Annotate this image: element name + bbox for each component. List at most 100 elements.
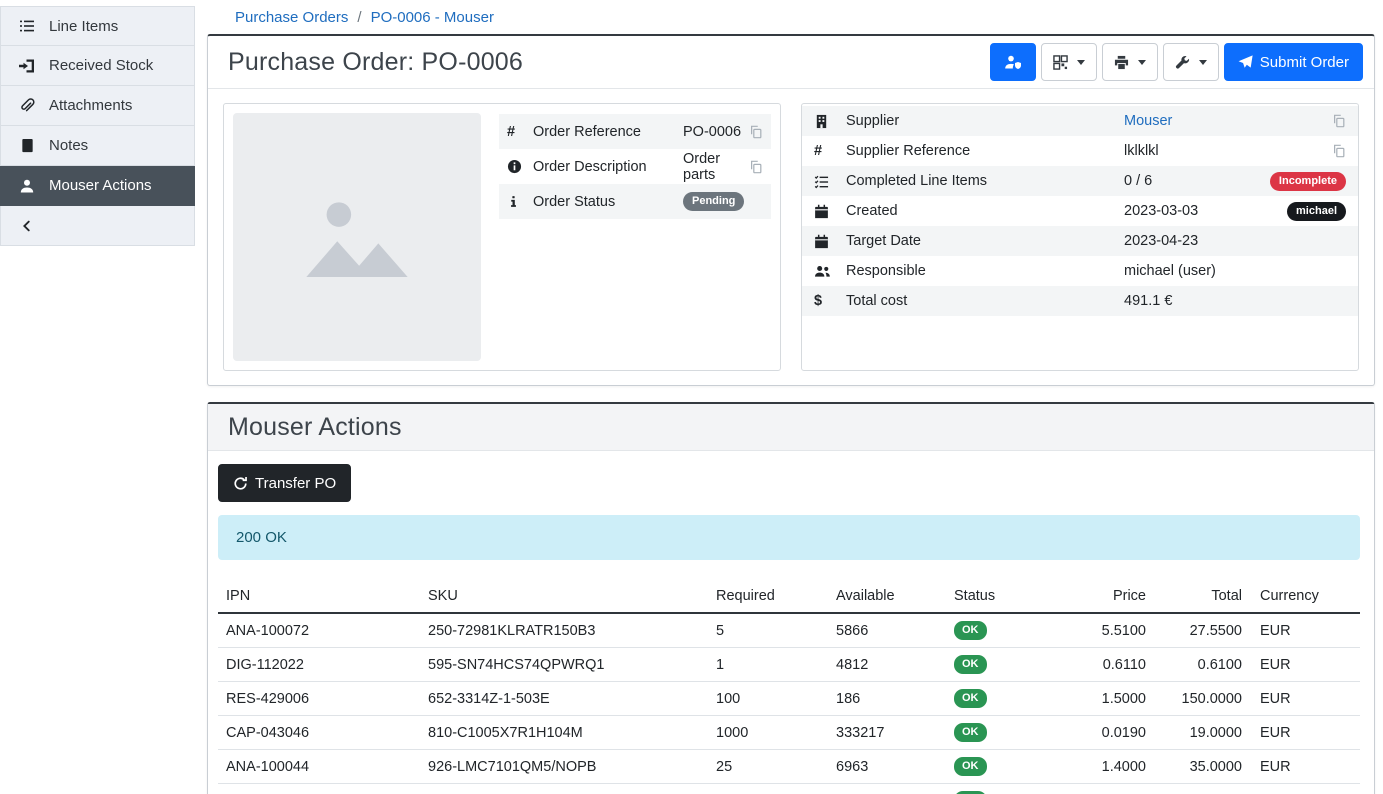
sidebar-item-label: Mouser Actions [49, 177, 152, 194]
paper-plane-icon [1238, 55, 1253, 70]
sidebar-item-mouser-actions[interactable]: Mouser Actions [0, 166, 195, 206]
sidebar-item-line-items[interactable]: Line Items [0, 6, 195, 46]
detail-row-created: Created 2023-03-03 michael [802, 196, 1358, 226]
supplier-details-card: Supplier Mouser # Supplier Reference lkl… [801, 103, 1359, 371]
detail-row-supplier: Supplier Mouser [802, 106, 1358, 136]
breadcrumb-link-purchase-orders[interactable]: Purchase Orders [235, 9, 348, 26]
table-row: RES-429006 652-3314Z-1-503E 100 186 OK 1… [218, 682, 1360, 716]
qrcode-icon [1053, 55, 1068, 70]
info-circle-icon [507, 159, 533, 174]
purchase-order-header: Purchase Order: PO-0006 [208, 36, 1374, 89]
image-placeholder-icon [293, 173, 421, 301]
incomplete-badge: Incomplete [1270, 172, 1346, 191]
purchase-order-panel: Purchase Order: PO-0006 [207, 34, 1375, 386]
sidebar-item-attachments[interactable]: Attachments [0, 86, 195, 126]
order-image-placeholder[interactable] [233, 113, 481, 361]
building-icon [814, 114, 846, 129]
refresh-icon [233, 476, 248, 491]
status-ok-badge: OK [954, 621, 987, 640]
status-alert: 200 OK [218, 515, 1360, 560]
supplier-link[interactable]: Mouser [1124, 113, 1172, 129]
col-ipn: IPN [218, 581, 420, 613]
col-available: Available [828, 581, 946, 613]
barcode-actions-button[interactable] [1041, 43, 1097, 81]
printer-icon [1114, 55, 1129, 70]
wrench-icon [1175, 55, 1190, 70]
info-icon [507, 195, 533, 208]
col-total: Total [1156, 581, 1252, 613]
detail-row-order-reference: # Order Reference PO-0006 [499, 114, 771, 149]
calendar-icon [814, 204, 846, 219]
note-icon [18, 138, 36, 153]
order-actions-button[interactable] [1163, 43, 1219, 81]
breadcrumb-link-current-order[interactable]: PO-0006 - Mouser [371, 9, 494, 26]
user-admin-button[interactable] [990, 43, 1036, 81]
order-details-body: # Order Reference PO-0006 Order Descri [208, 89, 1374, 385]
mouser-actions-title: Mouser Actions [228, 413, 402, 442]
page-title: Purchase Order: PO-0006 [228, 48, 523, 77]
sidebar-collapse-button[interactable] [0, 206, 195, 246]
sidebar-item-label: Notes [49, 137, 88, 154]
detail-row-order-status: Order Status Pending [499, 184, 771, 219]
col-status: Status [946, 581, 1056, 613]
detail-row-total-cost: $ Total cost 491.1 € [802, 286, 1358, 316]
user-icon [18, 178, 36, 194]
table-row: ANA-100044 926-LMC7101QM5/NOPB 25 6963 O… [218, 750, 1360, 784]
hash-icon: # [814, 143, 846, 159]
list-check-icon [814, 174, 846, 189]
status-ok-badge: OK [954, 689, 987, 708]
creator-badge: michael [1287, 202, 1346, 221]
col-currency: Currency [1252, 581, 1360, 613]
col-price: Price [1056, 581, 1156, 613]
chevron-down-icon [1138, 60, 1146, 65]
mouser-line-items-table: IPN SKU Required Available Status Price … [218, 581, 1360, 794]
chevron-left-icon [18, 219, 36, 233]
copy-icon[interactable] [1332, 114, 1346, 128]
status-ok-badge: OK [954, 757, 987, 776]
chevron-down-icon [1199, 60, 1207, 65]
list-icon [18, 18, 36, 34]
sidebar-item-received-stock[interactable]: Received Stock [0, 46, 195, 86]
table-header-row: IPN SKU Required Available Status Price … [218, 581, 1360, 613]
order-summary-table: # Order Reference PO-0006 Order Descri [499, 113, 771, 219]
submit-order-button[interactable]: Submit Order [1224, 43, 1363, 81]
breadcrumb: Purchase Orders / PO-0006 - Mouser [195, 0, 1383, 34]
submit-order-label: Submit Order [1260, 54, 1349, 71]
hash-icon: # [507, 124, 533, 140]
sidebar-item-notes[interactable]: Notes [0, 126, 195, 166]
col-required: Required [708, 581, 828, 613]
detail-row-supplier-reference: # Supplier Reference lklklkl [802, 136, 1358, 166]
paperclip-icon [18, 98, 36, 114]
calendar-icon [814, 234, 846, 249]
print-actions-button[interactable] [1102, 43, 1158, 81]
chevron-down-icon [1077, 60, 1085, 65]
app-root: Line Items Received Stock Attachments No… [0, 0, 1383, 794]
table-row: ANA-100072 250-72981KLRATR150B3 5 5866 O… [218, 613, 1360, 648]
detail-row-order-description: Order Description Order parts [499, 149, 771, 184]
sign-in-icon [18, 58, 36, 74]
table-row: CAP-043046 810-C1005X7R1H104M 1000 33321… [218, 716, 1360, 750]
mouser-actions-body: Transfer PO 200 OK IPN SKU Required Avai… [208, 451, 1374, 794]
status-ok-badge: OK [954, 655, 987, 674]
copy-icon[interactable] [1332, 144, 1346, 158]
order-status-badge: Pending [683, 192, 744, 211]
main-content: Purchase Orders / PO-0006 - Mouser Purch… [195, 0, 1383, 794]
dollar-icon: $ [814, 293, 846, 309]
mouser-actions-header: Mouser Actions [208, 404, 1374, 451]
detail-row-target-date: Target Date 2023-04-23 [802, 226, 1358, 256]
sidebar-item-label: Received Stock [49, 57, 153, 74]
transfer-po-button[interactable]: Transfer PO [218, 464, 351, 502]
sidebar: Line Items Received Stock Attachments No… [0, 0, 195, 246]
col-sku: SKU [420, 581, 708, 613]
detail-row-responsible: Responsible michael (user) [802, 256, 1358, 286]
status-ok-badge: OK [954, 723, 987, 742]
detail-row-completed-line-items: Completed Line Items 0 / 6 Incomplete [802, 166, 1358, 196]
sidebar-item-label: Line Items [49, 18, 118, 35]
sidebar-item-label: Attachments [49, 97, 132, 114]
table-row: SWT-200005 611-110.107.011/0205 47 47 OK… [218, 784, 1360, 794]
mouser-actions-panel: Mouser Actions Transfer PO 200 OK [207, 402, 1375, 794]
breadcrumb-separator: / [357, 9, 361, 26]
users-icon [814, 264, 846, 279]
copy-icon[interactable] [749, 160, 763, 174]
copy-icon[interactable] [749, 125, 763, 139]
